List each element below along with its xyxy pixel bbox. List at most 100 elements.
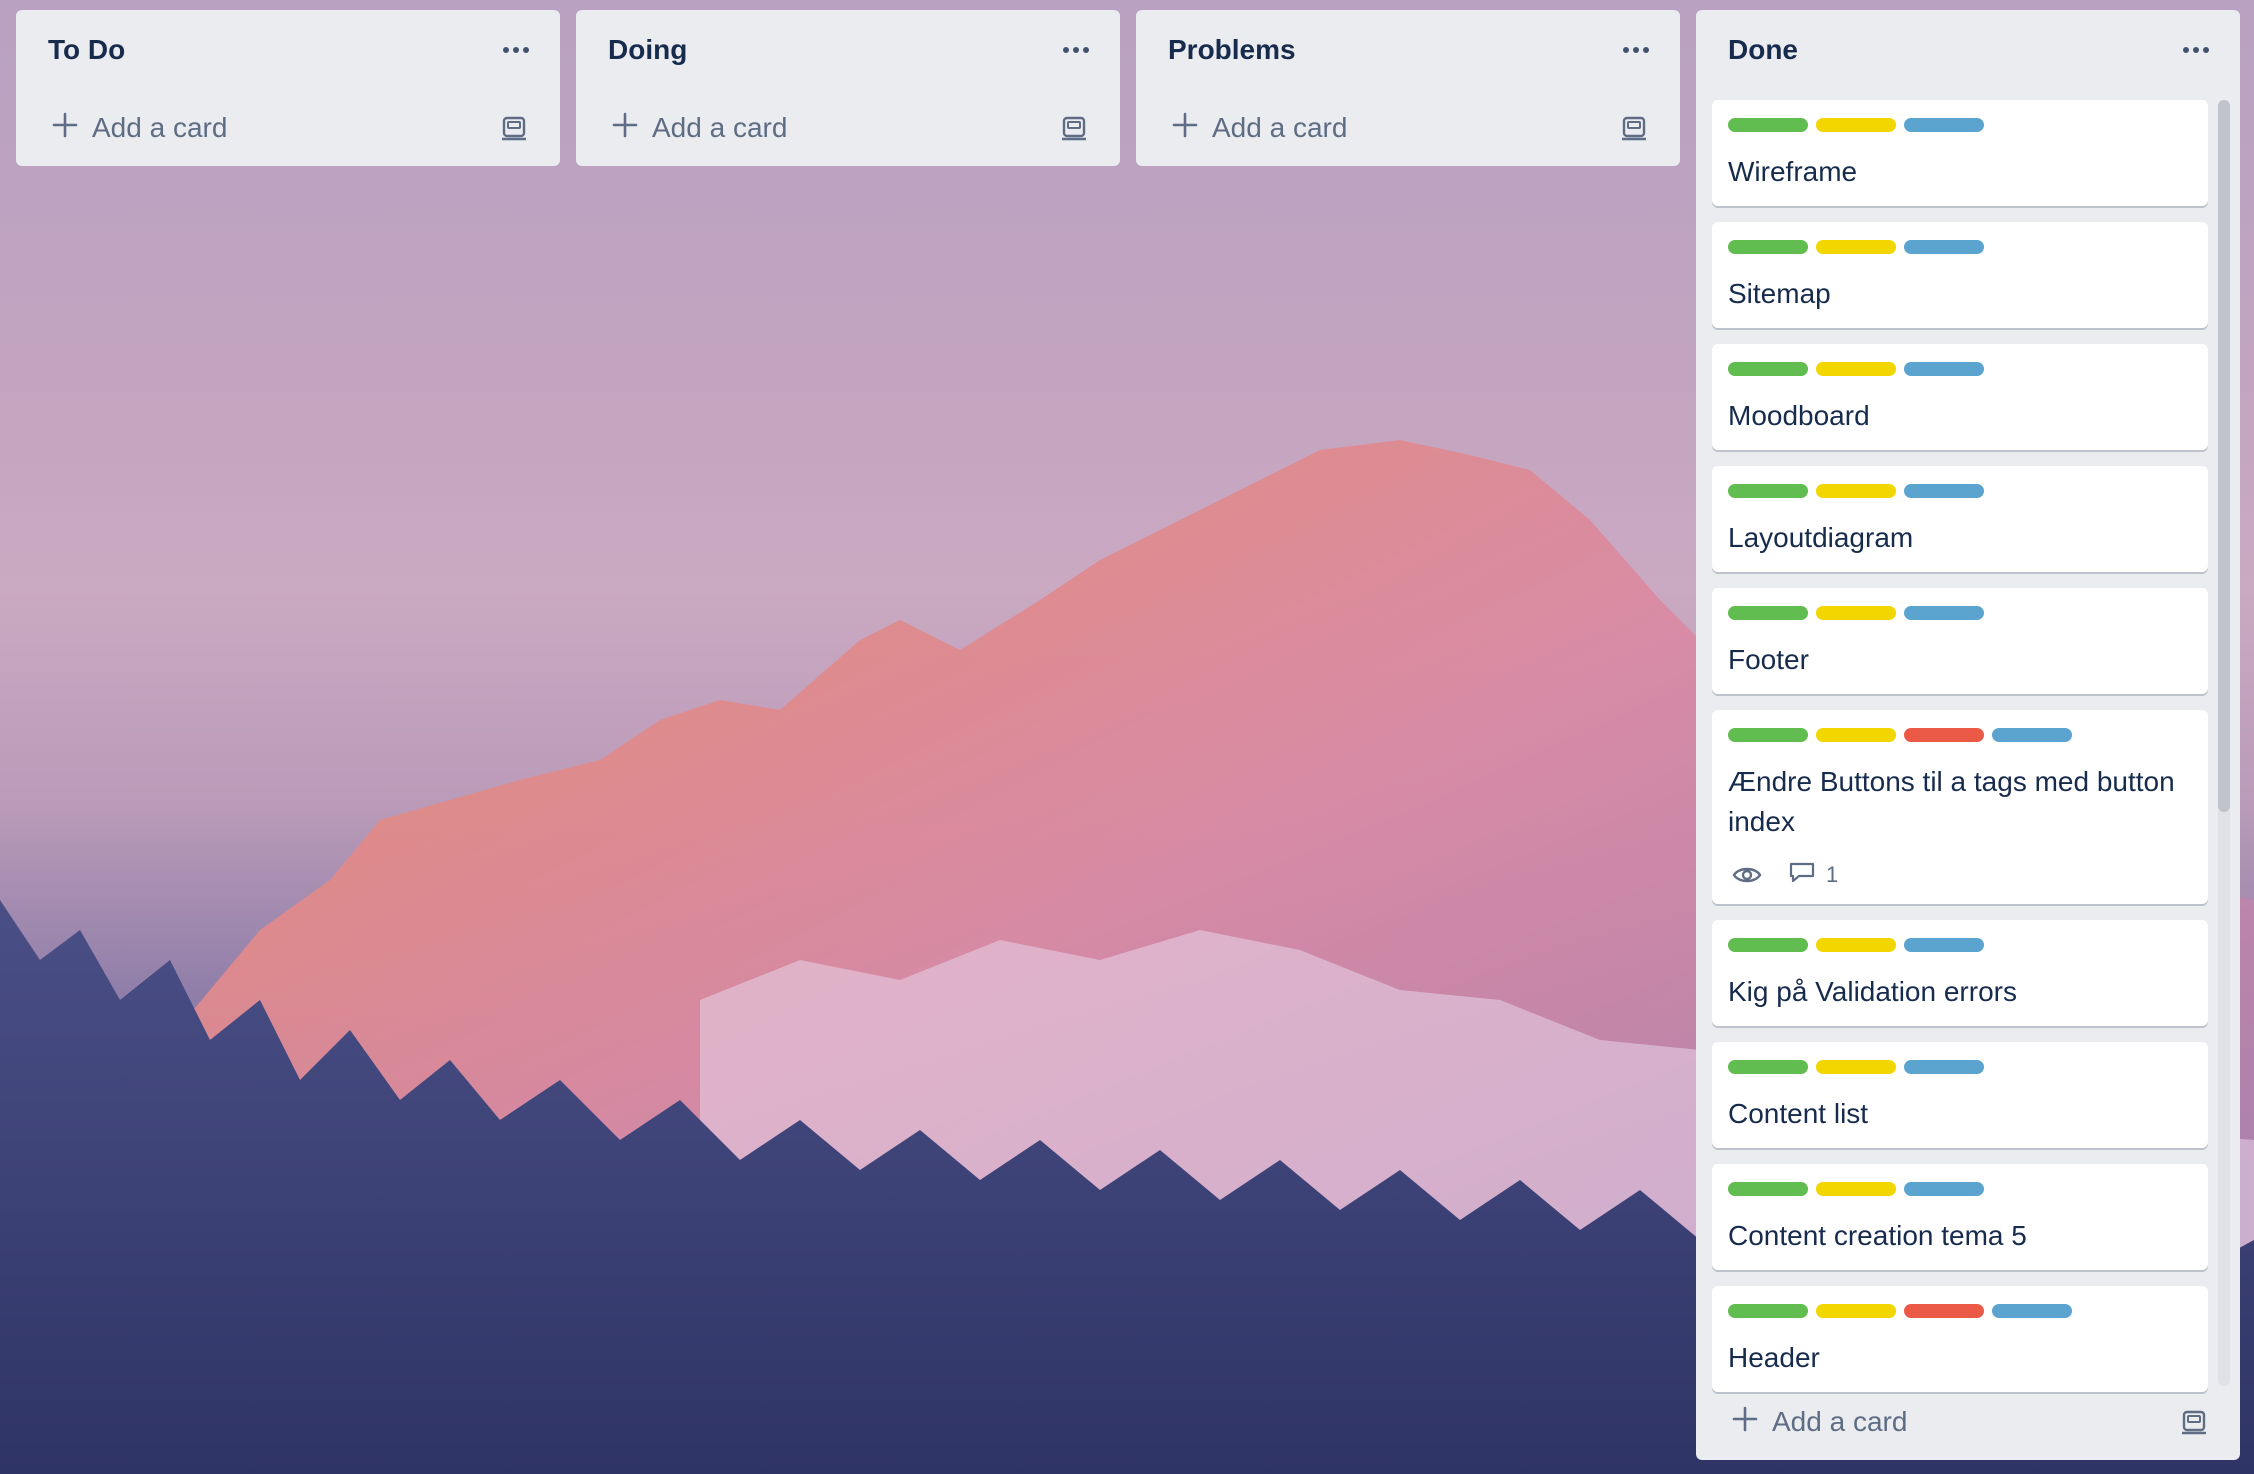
label-green[interactable] (1728, 1060, 1808, 1074)
card-title: Header (1728, 1342, 1820, 1373)
label-green[interactable] (1728, 1304, 1808, 1318)
label-yellow[interactable] (1816, 1182, 1896, 1196)
label-blue[interactable] (1904, 606, 1984, 620)
list-doing: Doing Add a card (576, 10, 1120, 166)
card[interactable]: Moodboard (1712, 344, 2208, 450)
card-title: Kig på Validation errors (1728, 976, 2017, 1007)
label-green[interactable] (1728, 484, 1808, 498)
label-blue[interactable] (1904, 938, 1984, 952)
card-title: Wireframe (1728, 156, 1858, 187)
label-blue[interactable] (1904, 362, 1984, 376)
card-template-icon[interactable] (2178, 1406, 2210, 1438)
label-yellow[interactable] (1816, 484, 1896, 498)
ellipsis-icon[interactable] (1614, 28, 1658, 72)
list-header: Problems (1136, 10, 1680, 90)
add-card-button[interactable]: Add a card (612, 112, 787, 145)
label-green[interactable] (1728, 938, 1808, 952)
card[interactable]: Layoutdiagram (1712, 466, 2208, 572)
comment-count: 1 (1826, 862, 1839, 887)
comment-icon (1788, 860, 1816, 890)
card[interactable]: Sitemap (1712, 222, 2208, 328)
list-done: Done Wireframe Sitemap Moodboard Layoutdiag… (1696, 10, 2240, 1460)
label-yellow[interactable] (1816, 362, 1896, 376)
card-labels (1728, 728, 2192, 742)
list-footer: Add a card (16, 90, 560, 166)
list-footer: Add a card (576, 90, 1120, 166)
card-labels (1728, 1060, 2192, 1074)
list-title[interactable]: Done (1728, 34, 1798, 66)
ellipsis-icon[interactable] (494, 28, 538, 72)
label-blue[interactable] (1904, 1182, 1984, 1196)
card[interactable]: Kig på Validation errors (1712, 920, 2208, 1026)
label-blue[interactable] (1904, 118, 1984, 132)
card[interactable]: Ændre Buttons til a tags med button inde… (1712, 710, 2208, 904)
ellipsis-icon[interactable] (1054, 28, 1098, 72)
label-blue[interactable] (1992, 728, 2072, 742)
label-blue[interactable] (1992, 1304, 2072, 1318)
plus-icon (1172, 112, 1198, 145)
label-red[interactable] (1904, 728, 1984, 742)
list-title[interactable]: Doing (608, 34, 687, 66)
list-title[interactable]: To Do (48, 34, 125, 66)
card-labels (1728, 240, 2192, 254)
add-card-button[interactable]: Add a card (1732, 1406, 1907, 1439)
card-labels (1728, 484, 2192, 498)
list-problems: Problems Add a card (1136, 10, 1680, 166)
list-footer: Add a card (1136, 90, 1680, 166)
card-title: Footer (1728, 644, 1809, 675)
card-title: Content creation tema 5 (1728, 1220, 2027, 1251)
label-green[interactable] (1728, 606, 1808, 620)
list-to-do: To Do Add a card (16, 10, 560, 166)
plus-icon (1732, 1406, 1758, 1439)
scrollbar-thumb[interactable] (2218, 100, 2230, 812)
list-header: Done (1696, 10, 2240, 90)
label-blue[interactable] (1904, 1060, 1984, 1074)
card-labels (1728, 1182, 2192, 1196)
card-template-icon[interactable] (1618, 112, 1650, 144)
card-title: Moodboard (1728, 400, 1870, 431)
label-green[interactable] (1728, 728, 1808, 742)
ellipsis-icon[interactable] (2174, 28, 2218, 72)
label-red[interactable] (1904, 1304, 1984, 1318)
label-green[interactable] (1728, 240, 1808, 254)
plus-icon (612, 112, 638, 145)
card[interactable]: Wireframe (1712, 100, 2208, 206)
card-labels (1728, 938, 2192, 952)
list-header: To Do (16, 10, 560, 90)
list-title[interactable]: Problems (1168, 34, 1296, 66)
add-card-label: Add a card (1212, 112, 1348, 143)
card-title: Layoutdiagram (1728, 522, 1914, 553)
label-yellow[interactable] (1816, 118, 1896, 132)
label-yellow[interactable] (1816, 1304, 1896, 1318)
add-card-label: Add a card (92, 112, 228, 143)
label-green[interactable] (1728, 362, 1808, 376)
label-yellow[interactable] (1816, 1060, 1896, 1074)
label-yellow[interactable] (1816, 728, 1896, 742)
card-title: Sitemap (1728, 278, 1831, 309)
label-green[interactable] (1728, 1182, 1808, 1196)
card-template-icon[interactable] (1058, 112, 1090, 144)
card-labels (1728, 362, 2192, 376)
card[interactable]: Footer (1712, 588, 2208, 694)
list-header: Doing (576, 10, 1120, 90)
label-green[interactable] (1728, 118, 1808, 132)
card[interactable]: Content creation tema 5 (1712, 1164, 2208, 1270)
plus-icon (52, 112, 78, 145)
add-card-button[interactable]: Add a card (1172, 112, 1347, 145)
card-template-icon[interactable] (498, 112, 530, 144)
label-yellow[interactable] (1816, 240, 1896, 254)
add-card-label: Add a card (652, 112, 788, 143)
card[interactable]: Content list (1712, 1042, 2208, 1148)
card[interactable]: Header (1712, 1286, 2208, 1392)
label-blue[interactable] (1904, 240, 1984, 254)
card-labels (1728, 118, 2192, 132)
card-badges: 1 (1732, 860, 2192, 890)
add-card-button[interactable]: Add a card (52, 112, 227, 145)
comment-badge: 1 (1788, 860, 1838, 890)
scrollbar[interactable] (2218, 100, 2230, 1386)
card-labels (1728, 606, 2192, 620)
label-yellow[interactable] (1816, 938, 1896, 952)
label-blue[interactable] (1904, 484, 1984, 498)
add-card-label: Add a card (1772, 1406, 1908, 1437)
label-yellow[interactable] (1816, 606, 1896, 620)
